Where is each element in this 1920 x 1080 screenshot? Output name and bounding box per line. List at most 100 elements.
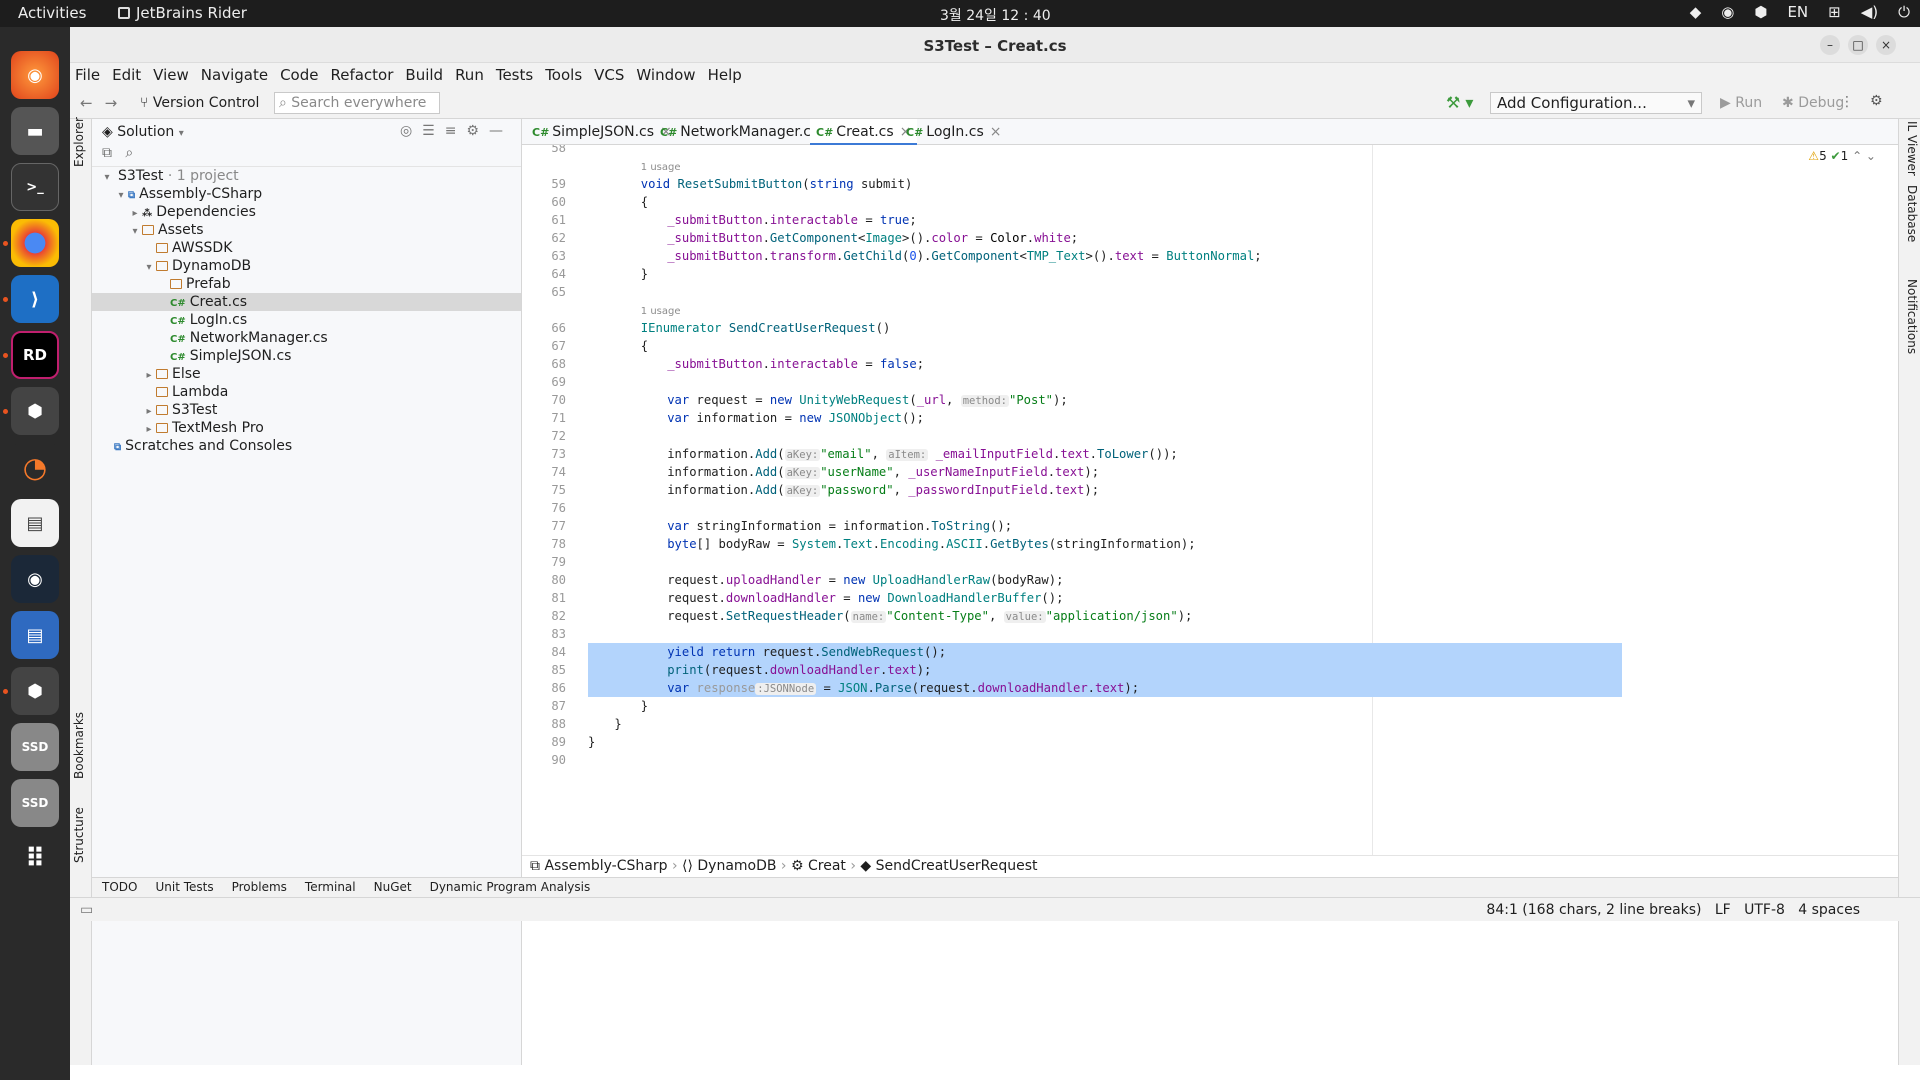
structure-tab[interactable]: Structure	[72, 807, 86, 863]
tree-item[interactable]: ▾ S3Test · 1 project	[92, 167, 521, 185]
writer-icon[interactable]: ▤	[11, 611, 59, 659]
menu-window[interactable]: Window	[636, 66, 695, 84]
menu-tests[interactable]: Tests	[496, 66, 533, 84]
tool-tab-terminal[interactable]: Terminal	[305, 880, 356, 894]
activities-button[interactable]: Activities	[18, 4, 86, 22]
tree-item[interactable]: ▾ Assets	[92, 221, 521, 239]
tree-item[interactable]: Lambda	[92, 383, 521, 401]
breadcrumb-item[interactable]: ◆ SendCreatUserRequest	[860, 858, 1037, 874]
menu-vcs[interactable]: VCS	[594, 66, 624, 84]
settings-icon[interactable]: ⚙	[1870, 93, 1883, 109]
tray-app-icon[interactable]: ◆	[1690, 3, 1702, 21]
scope-icon[interactable]: ⧉	[102, 145, 112, 161]
caret-position[interactable]: 84:1 (168 chars, 2 line breaks)	[1486, 902, 1701, 918]
tree-item[interactable]: ▸ ⁂ Dependencies	[92, 203, 521, 221]
clock[interactable]: 3월 24일 12 : 40	[940, 5, 1051, 25]
menu-run[interactable]: Run	[455, 66, 484, 84]
steam-icon[interactable]: ◉	[11, 555, 59, 603]
tool-tab-todo[interactable]: TODO	[102, 880, 137, 894]
power-icon[interactable]: ⏻	[1898, 3, 1910, 21]
layout-icon[interactable]: ▭	[80, 902, 93, 918]
terminal-icon[interactable]: >_	[11, 163, 59, 211]
text-editor-icon[interactable]: ▤	[11, 499, 59, 547]
database-tab[interactable]: Database	[1905, 185, 1919, 242]
ssd-drive-icon[interactable]: SSD	[11, 723, 59, 771]
tree-item[interactable]: ▾ DynamoDB	[92, 257, 521, 275]
tree-item-label: NetworkManager.cs	[189, 330, 328, 346]
run-config-select[interactable]: Add Configuration... ▾	[1490, 92, 1702, 114]
tree-item[interactable]: C# NetworkManager.cs	[92, 329, 521, 347]
tree-item[interactable]: C# SimpleJSON.cs	[92, 347, 521, 365]
line-number: 72	[551, 429, 566, 443]
search-icon[interactable]: ⌕	[125, 145, 133, 161]
tool-tab-dynamic-program-analysis[interactable]: Dynamic Program Analysis	[430, 880, 591, 894]
breadcrumb-item[interactable]: ⧉ Assembly-CSharp	[530, 858, 668, 874]
more-icon[interactable]: ⋮	[1840, 94, 1854, 110]
code-editor[interactable]: ⚠5 ✔1 ⌃ ⌄ 58 1 usage 59 void ResetSubmitBut…	[522, 145, 1898, 855]
tree-item[interactable]: C# LogIn.cs	[92, 311, 521, 329]
notifications-tab[interactable]: Notifications	[1905, 279, 1919, 354]
close-tab-icon[interactable]: ×	[990, 124, 1002, 140]
menu-help[interactable]: Help	[708, 66, 742, 84]
minimize-button[interactable]: –	[1820, 35, 1840, 55]
unity-tray-icon[interactable]: ⬢	[1754, 3, 1767, 21]
volume-icon[interactable]: ◀)	[1861, 3, 1878, 21]
tool-tab-problems[interactable]: Problems	[232, 880, 287, 894]
explorer-tab[interactable]: Explorer	[72, 117, 86, 167]
menu-navigate[interactable]: Navigate	[201, 66, 268, 84]
language-indicator[interactable]: EN	[1787, 3, 1808, 21]
menu-tools[interactable]: Tools	[545, 66, 582, 84]
tree-item[interactable]: AWSSDK	[92, 239, 521, 257]
run-button[interactable]: ▶ Run	[1720, 95, 1762, 111]
unity-hub-icon[interactable]: ⬢	[11, 387, 59, 435]
tree-item[interactable]: C# Creat.cs	[92, 293, 521, 311]
il-viewer-tab[interactable]: IL Viewer	[1905, 121, 1919, 176]
code-line: 64}	[522, 265, 1898, 283]
firefox-icon[interactable]: ◉	[11, 51, 59, 99]
breadcrumb-item[interactable]: ⚙ Creat	[791, 858, 846, 874]
solution-toolbar-icons[interactable]: ◎☰≡⚙—	[400, 123, 513, 139]
tree-item-label: Prefab	[186, 276, 231, 292]
tree-item[interactable]: ▸ S3Test	[92, 401, 521, 419]
search-everywhere-input[interactable]: ⌕ Search everywhere	[274, 92, 440, 114]
nav-arrows[interactable]: ←→	[80, 94, 129, 112]
menu-view[interactable]: View	[153, 66, 189, 84]
line-number: 69	[551, 375, 566, 389]
menu-build[interactable]: Build	[405, 66, 443, 84]
bookmarks-tab[interactable]: Bookmarks	[72, 712, 86, 779]
tree-item[interactable]: ⧉ Scratches and Consoles	[92, 437, 521, 455]
indent-setting[interactable]: 4 spaces	[1798, 902, 1860, 918]
tree-item[interactable]: Prefab	[92, 275, 521, 293]
maximize-button[interactable]: □	[1848, 35, 1868, 55]
show-apps-icon[interactable]: ⠿	[11, 835, 59, 883]
tab-login-cs[interactable]: C# LogIn.cs ×	[900, 119, 1007, 145]
active-app-label[interactable]: JetBrains Rider	[118, 4, 247, 22]
unity-icon[interactable]: ⬢	[11, 667, 59, 715]
breadcrumb-item[interactable]: ⟨⟩ DynamoDB	[682, 858, 776, 874]
tree-item[interactable]: ▸ TextMesh Pro	[92, 419, 521, 437]
files-icon[interactable]: ▬	[11, 107, 59, 155]
version-control-button[interactable]: ⑂ Version Control	[140, 95, 259, 111]
debug-button[interactable]: ✱ Debug	[1782, 95, 1844, 111]
network-icon[interactable]: ⊞	[1828, 3, 1841, 21]
tree-item[interactable]: ▸ Else	[92, 365, 521, 383]
menu-edit[interactable]: Edit	[112, 66, 141, 84]
vscode-icon[interactable]: ⟩	[11, 275, 59, 323]
solution-title[interactable]: Solution	[117, 124, 174, 140]
ssd-drive-icon-2[interactable]: SSD	[11, 779, 59, 827]
close-window-button[interactable]: ×	[1876, 35, 1896, 55]
blender-icon[interactable]: ◔	[11, 443, 59, 491]
tool-tab-unit-tests[interactable]: Unit Tests	[155, 880, 213, 894]
tree-item[interactable]: ▾ ⧉ Assembly-CSharp	[92, 185, 521, 203]
tool-tab-nuget[interactable]: NuGet	[374, 880, 412, 894]
menu-refactor[interactable]: Refactor	[330, 66, 393, 84]
encoding[interactable]: UTF-8	[1744, 902, 1785, 918]
build-icon[interactable]: ⚒ ▾	[1446, 93, 1473, 112]
breadcrumb: ⧉ Assembly-CSharp › ⟨⟩ DynamoDB › ⚙ Crea…	[522, 855, 1898, 877]
menu-file[interactable]: File	[75, 66, 100, 84]
line-separator[interactable]: LF	[1715, 902, 1731, 918]
chrome-icon[interactable]	[11, 219, 59, 267]
menu-code[interactable]: Code	[280, 66, 318, 84]
steam-tray-icon[interactable]: ◉	[1721, 3, 1734, 21]
rider-dock-icon[interactable]: RD	[11, 331, 59, 379]
